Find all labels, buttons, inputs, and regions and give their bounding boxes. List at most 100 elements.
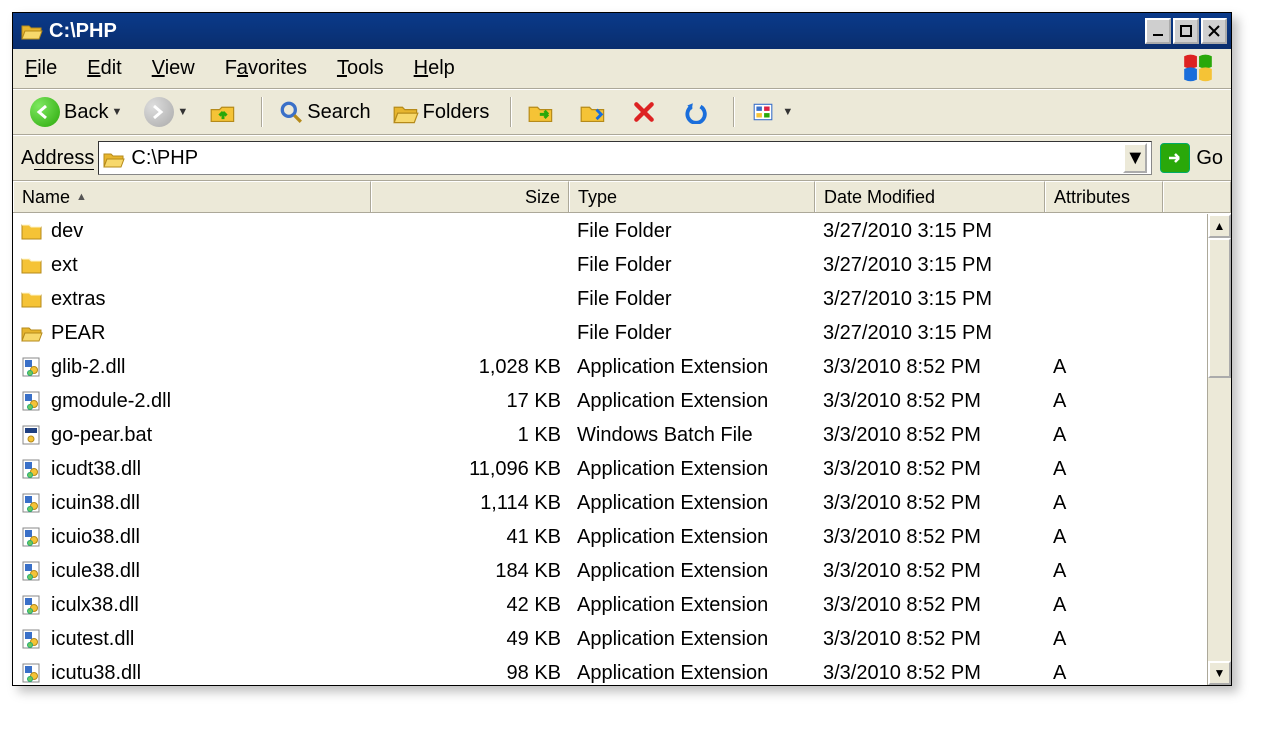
col-header-type[interactable]: Type	[569, 181, 815, 212]
menu-view[interactable]: View	[152, 57, 195, 80]
file-date: 3/27/2010 3:15 PM	[823, 254, 992, 276]
minimize-button[interactable]	[1145, 18, 1171, 44]
menu-tools[interactable]: Tools	[337, 57, 384, 80]
file-date: 3/3/2010 8:52 PM	[823, 424, 981, 446]
views-button[interactable]: ▼	[742, 98, 802, 126]
back-arrow-icon	[30, 97, 60, 127]
file-size: 1,114 KB	[480, 492, 561, 515]
explorer-window: C:\PHP File Edit View Favorites Tools He…	[12, 12, 1232, 686]
table-row[interactable]: icutu38.dll98 KBApplication Extension3/3…	[13, 656, 1207, 685]
menu-favorites[interactable]: Favorites	[225, 57, 307, 80]
vertical-scrollbar[interactable]: ▲ ▼	[1207, 214, 1231, 685]
up-button[interactable]	[201, 97, 249, 127]
col-header-name[interactable]: Name▲	[13, 181, 371, 212]
moveto-icon	[528, 100, 554, 124]
file-date: 3/3/2010 8:52 PM	[823, 594, 981, 616]
address-path: C:\PHP	[131, 147, 1123, 170]
file-date: 3/3/2010 8:52 PM	[823, 662, 981, 684]
delete-x-icon	[632, 100, 656, 124]
undo-button[interactable]	[673, 97, 721, 127]
file-size: 42 KB	[507, 594, 561, 617]
table-row[interactable]: icudt38.dll11,096 KBApplication Extensio…	[13, 452, 1207, 486]
maximize-button[interactable]	[1173, 18, 1199, 44]
address-input[interactable]: C:\PHP ▼	[98, 141, 1152, 175]
views-dropdown-icon[interactable]: ▼	[782, 106, 793, 118]
file-attr: A	[1053, 424, 1066, 446]
col-header-size[interactable]: Size	[371, 181, 569, 212]
copyto-button[interactable]	[571, 97, 619, 127]
file-name: icudt38.dll	[51, 458, 141, 481]
dll-icon	[21, 356, 43, 378]
file-name: go-pear.bat	[51, 424, 152, 447]
file-name: glib-2.dll	[51, 356, 125, 379]
back-dropdown-icon[interactable]: ▼	[111, 106, 122, 118]
file-size: 184 KB	[495, 560, 561, 583]
folder-icon	[21, 288, 43, 310]
table-row[interactable]: icule38.dll184 KBApplication Extension3/…	[13, 554, 1207, 588]
table-row[interactable]: go-pear.bat1 KBWindows Batch File3/3/201…	[13, 418, 1207, 452]
table-row[interactable]: icutest.dll49 KBApplication Extension3/3…	[13, 622, 1207, 656]
search-button[interactable]: Search	[270, 97, 379, 127]
file-attr: A	[1053, 594, 1066, 616]
file-attr: A	[1053, 560, 1066, 582]
titlebar: C:\PHP	[13, 13, 1231, 49]
file-type: Application Extension	[577, 492, 768, 514]
go-button[interactable]: Go	[1160, 143, 1223, 173]
window-title: C:\PHP	[49, 20, 117, 43]
col-header-date[interactable]: Date Modified	[815, 181, 1045, 212]
table-row[interactable]: extFile Folder3/27/2010 3:15 PM	[13, 248, 1207, 282]
back-button[interactable]: Back ▼	[21, 94, 131, 130]
table-row[interactable]: iculx38.dll42 KBApplication Extension3/3…	[13, 588, 1207, 622]
go-arrow-icon	[1160, 143, 1190, 173]
table-row[interactable]: glib-2.dll1,028 KBApplication Extension3…	[13, 350, 1207, 384]
file-date: 3/3/2010 8:52 PM	[823, 458, 981, 480]
forward-dropdown-icon[interactable]: ▼	[177, 106, 188, 118]
table-row[interactable]: gmodule-2.dll17 KBApplication Extension3…	[13, 384, 1207, 418]
file-name: icuin38.dll	[51, 492, 140, 515]
file-name: icuio38.dll	[51, 526, 140, 549]
dll-icon	[21, 458, 43, 480]
forward-button[interactable]: ▼	[135, 94, 197, 130]
file-name: PEAR	[51, 322, 105, 345]
col-header-attr[interactable]: Attributes	[1045, 181, 1163, 212]
menu-edit[interactable]: Edit	[87, 57, 121, 80]
table-row[interactable]: icuio38.dll41 KBApplication Extension3/3…	[13, 520, 1207, 554]
file-size: 11,096 KB	[469, 458, 561, 481]
folders-icon	[393, 100, 419, 124]
menu-help[interactable]: Help	[414, 57, 455, 80]
forward-arrow-icon	[144, 97, 174, 127]
file-list[interactable]: devFile Folder3/27/2010 3:15 PMextFile F…	[13, 214, 1207, 685]
file-date: 3/3/2010 8:52 PM	[823, 492, 981, 514]
scroll-thumb[interactable]	[1208, 238, 1231, 378]
moveto-button[interactable]	[519, 97, 567, 127]
dll-icon	[21, 628, 43, 650]
toolbar: Back ▼ ▼ Search Folders ▼	[13, 89, 1231, 135]
table-row[interactable]: PEARFile Folder3/27/2010 3:15 PM	[13, 316, 1207, 350]
file-date: 3/3/2010 8:52 PM	[823, 356, 981, 378]
dll-icon	[21, 662, 43, 684]
table-row[interactable]: devFile Folder3/27/2010 3:15 PM	[13, 214, 1207, 248]
file-type: File Folder	[577, 322, 671, 344]
folder-open-icon	[21, 322, 43, 344]
file-name: icule38.dll	[51, 560, 140, 583]
table-row[interactable]: extrasFile Folder3/27/2010 3:15 PM	[13, 282, 1207, 316]
views-icon	[751, 101, 775, 123]
file-type: Application Extension	[577, 594, 768, 616]
copyto-icon	[580, 100, 606, 124]
file-type: Windows Batch File	[577, 424, 753, 446]
address-dropdown-button[interactable]: ▼	[1123, 143, 1147, 173]
delete-button[interactable]	[623, 97, 669, 127]
file-date: 3/3/2010 8:52 PM	[823, 526, 981, 548]
search-icon	[279, 100, 303, 124]
file-date: 3/3/2010 8:52 PM	[823, 628, 981, 650]
folders-button[interactable]: Folders	[384, 97, 499, 127]
file-type: Application Extension	[577, 560, 768, 582]
close-button[interactable]	[1201, 18, 1227, 44]
scroll-down-button[interactable]: ▼	[1208, 661, 1231, 685]
scroll-track[interactable]	[1208, 378, 1231, 661]
file-size: 49 KB	[507, 628, 561, 651]
scroll-up-button[interactable]: ▲	[1208, 214, 1231, 238]
folder-icon	[21, 220, 43, 242]
menu-file[interactable]: File	[25, 57, 57, 80]
table-row[interactable]: icuin38.dll 1,114 KB Application Extension…	[13, 486, 1207, 520]
